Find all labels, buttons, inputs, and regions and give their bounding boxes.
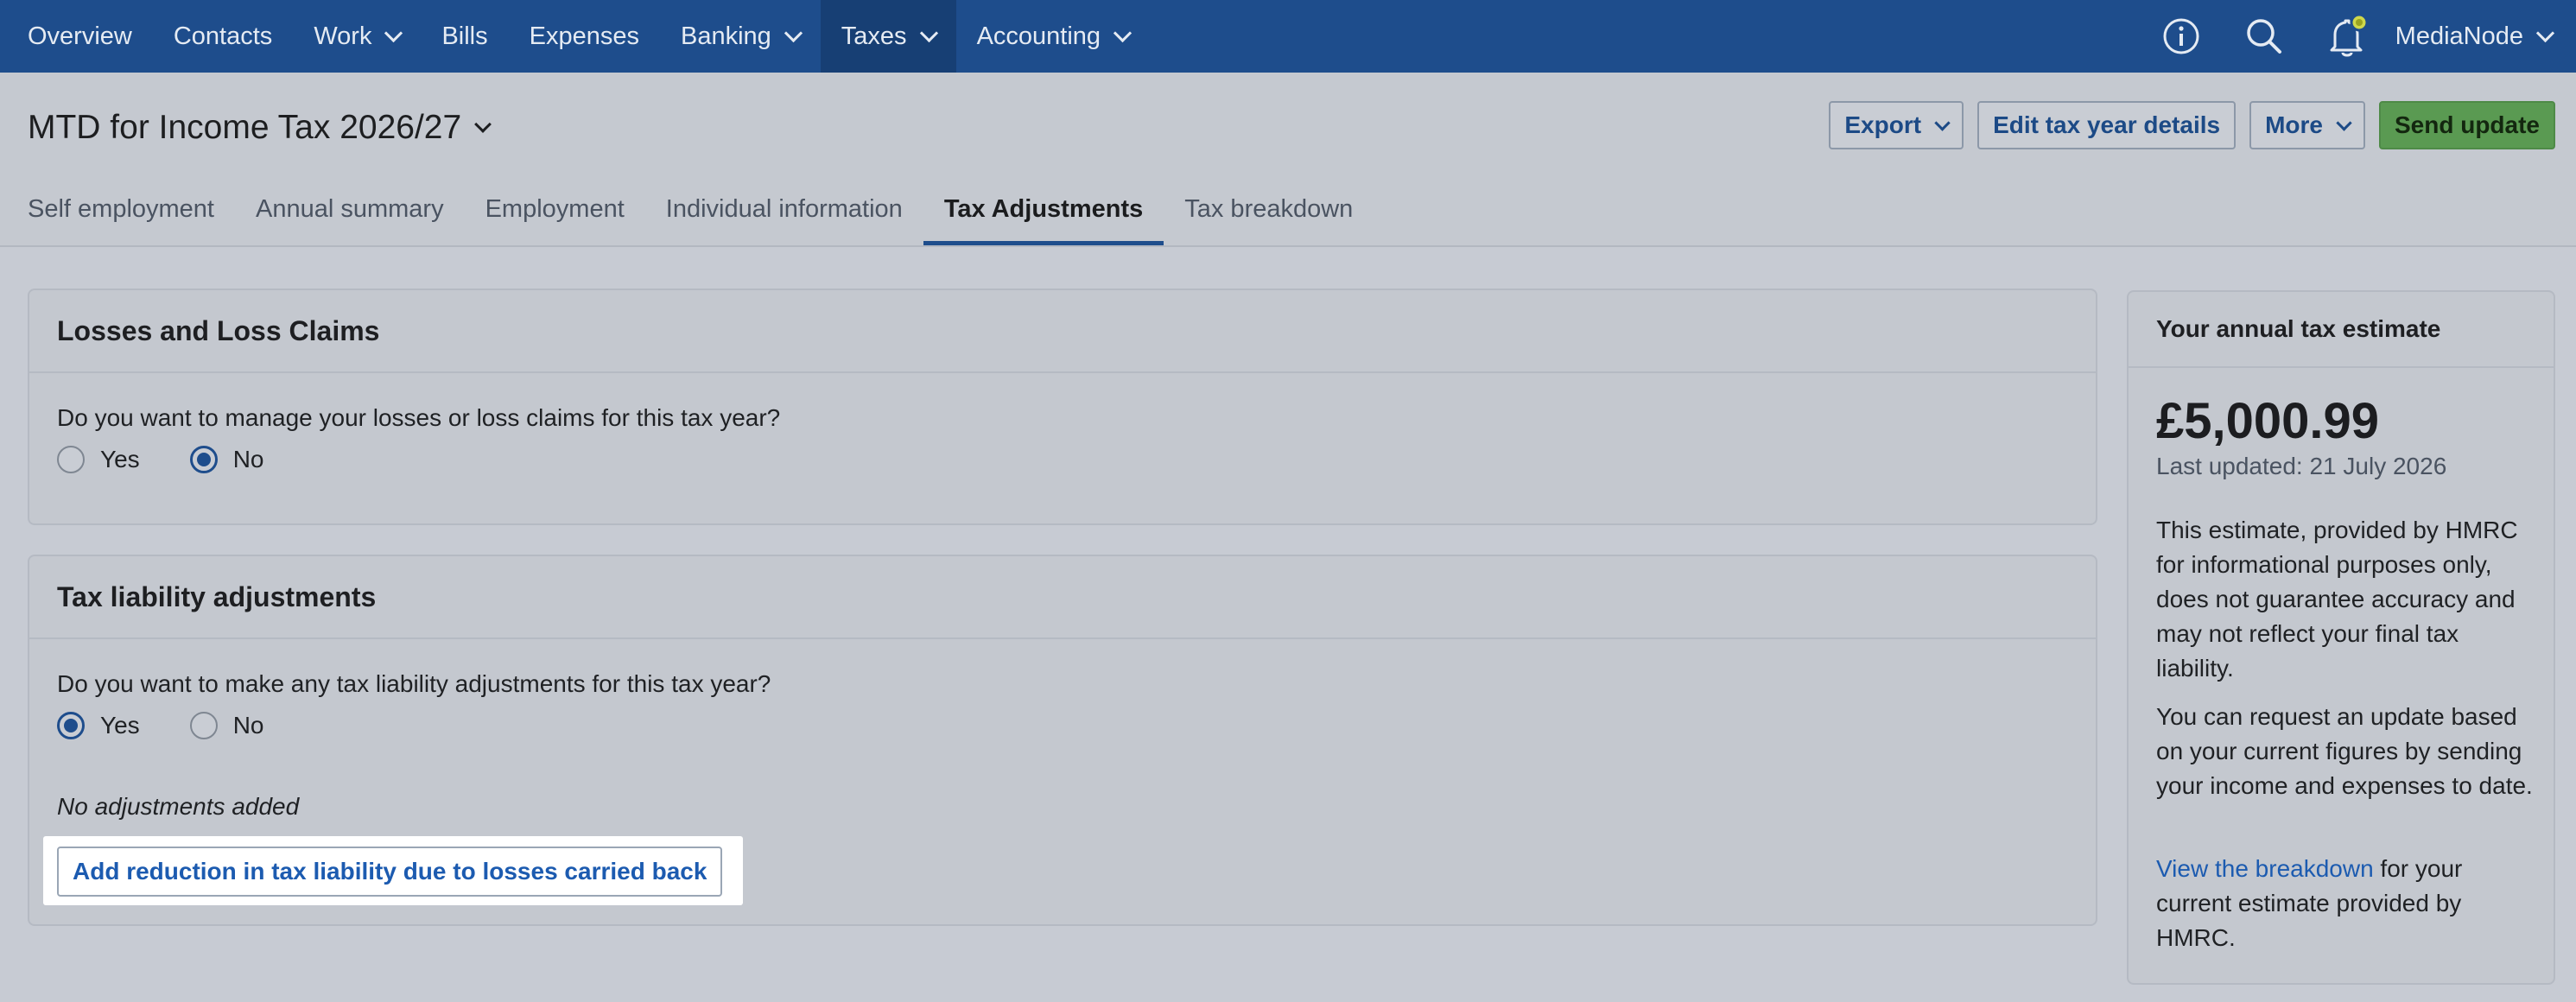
chevron-down-icon [919, 23, 938, 42]
nav-item-overview[interactable]: Overview [28, 0, 153, 73]
more-button[interactable]: More [2249, 101, 2365, 149]
losses-question: Do you want to manage your losses or los… [57, 404, 781, 431]
nav-item-label: Accounting [976, 22, 1101, 50]
more-button-label: More [2265, 111, 2323, 138]
radio-button[interactable] [189, 712, 218, 739]
nav-item-bills[interactable]: Bills [421, 0, 508, 73]
losses-radio-group: Yes No [57, 446, 314, 473]
tab-self-employment[interactable]: Self employment [28, 173, 235, 245]
page-header: MTD for Income Tax 2026/27 Export Edit t… [0, 73, 2576, 247]
nav-item-label: Bills [441, 22, 488, 50]
send-update-button-label: Send update [2394, 111, 2540, 138]
nav-item-accounting[interactable]: Accounting [956, 0, 1151, 73]
nav-utilities: MediaNode [2122, 0, 2555, 73]
add-loss-carryback-button-label: Add reduction in tax liability due to lo… [73, 858, 707, 885]
nav-item-label: Taxes [841, 22, 907, 50]
losses-card: Losses and Loss Claims Do you want to ma… [28, 289, 2097, 525]
liability-radio-group: Yes No [57, 712, 314, 739]
tax-liability-card-title: Tax liability adjustments [29, 556, 2096, 639]
losses-card-title: Losses and Loss Claims [29, 290, 2096, 373]
chevron-down-icon [1934, 114, 1951, 131]
main-menu: Overview Contacts Work Bills Expenses Ba… [0, 0, 1150, 73]
liability-yes-option[interactable]: Yes [57, 712, 140, 739]
chevron-down-icon [384, 23, 403, 42]
losses-yes-option[interactable]: Yes [57, 446, 140, 473]
top-nav: Overview Contacts Work Bills Expenses Ba… [0, 0, 2576, 73]
chevron-down-icon [1113, 23, 1133, 42]
nav-item-taxes[interactable]: Taxes [820, 0, 956, 73]
info-icon [2163, 18, 2199, 54]
organisation-switcher[interactable]: MediaNode [2395, 22, 2555, 51]
estimate-disclaimer: This estimate, provided by HMRC for info… [2156, 517, 2518, 682]
tab-bar: Self employment Annual summary Employmen… [28, 173, 1374, 245]
radio-button[interactable] [57, 712, 85, 739]
edit-tax-year-button[interactable]: Edit tax year details [1977, 101, 2237, 149]
estimate-breakdown-text: View the breakdown for your current esti… [2156, 852, 2536, 955]
tab-label: Self employment [28, 194, 214, 223]
edit-tax-year-button-label: Edit tax year details [1993, 111, 2221, 138]
send-update-button[interactable]: Send update [2378, 101, 2555, 149]
tab-label: Tax breakdown [1184, 194, 1354, 223]
nav-item-label: Expenses [529, 22, 639, 50]
tab-tax-adjustments[interactable]: Tax Adjustments [923, 173, 1164, 245]
nav-item-label: Overview [28, 22, 132, 50]
tab-label: Tax Adjustments [943, 194, 1144, 223]
radio-label: Yes [100, 712, 140, 739]
radio-button[interactable] [189, 446, 218, 473]
view-breakdown-link[interactable]: View the breakdown [2156, 855, 2374, 882]
nav-item-label: Banking [680, 22, 771, 50]
losses-no-option[interactable]: No [189, 446, 264, 473]
no-adjustments-text: No adjustments added [57, 793, 300, 820]
tab-annual-summary[interactable]: Annual summary [235, 173, 465, 245]
search-icon [2246, 19, 2281, 54]
nav-item-work[interactable]: Work [293, 0, 421, 73]
nav-item-banking[interactable]: Banking [660, 0, 821, 73]
radio-label: No [232, 446, 264, 472]
search-button[interactable] [2240, 12, 2288, 60]
estimate-update-info: You can request an update based on your … [2156, 703, 2533, 799]
tax-year-selector[interactable]: MTD for Income Tax 2026/27 [28, 109, 492, 147]
tab-individual-information[interactable]: Individual information [645, 173, 923, 245]
tax-estimate-title: Your annual tax estimate [2129, 292, 2554, 368]
chevron-down-icon [2535, 23, 2555, 42]
export-button-label: Export [1844, 111, 1922, 138]
nav-item-label: Work [314, 22, 372, 50]
tax-estimate-panel: Your annual tax estimate £5,000.99 Last … [2127, 290, 2555, 985]
tax-estimate-amount: £5,000.99 [2156, 393, 2380, 449]
tab-label: Employment [485, 194, 625, 223]
tab-label: Annual summary [256, 194, 444, 223]
last-updated-text: Last updated: 21 July 2026 [2156, 453, 2447, 479]
tab-tax-breakdown[interactable]: Tax breakdown [1164, 173, 1374, 245]
nav-item-expenses[interactable]: Expenses [509, 0, 660, 73]
tab-label: Individual information [665, 194, 903, 223]
header-actions: Export Edit tax year details More Send u… [1829, 101, 2555, 149]
chevron-down-icon [2336, 114, 2352, 131]
chevron-down-icon [474, 116, 492, 133]
liability-no-option[interactable]: No [189, 712, 264, 739]
tab-employment[interactable]: Employment [465, 173, 645, 245]
org-name: MediaNode [2395, 22, 2523, 50]
nav-item-label: Contacts [173, 22, 273, 50]
page-title: MTD for Income Tax 2026/27 [28, 109, 462, 146]
bell-icon [2330, 13, 2369, 57]
chevron-down-icon [784, 23, 803, 42]
radio-button[interactable] [57, 446, 85, 473]
info-button[interactable] [2157, 12, 2205, 60]
radio-label: Yes [100, 446, 140, 472]
export-button[interactable]: Export [1829, 101, 1964, 149]
notifications-button[interactable] [2323, 12, 2371, 60]
nav-item-contacts[interactable]: Contacts [153, 0, 293, 73]
add-loss-carryback-button[interactable]: Add reduction in tax liability due to lo… [57, 847, 723, 897]
liability-question: Do you want to make any tax liability ad… [57, 670, 771, 697]
radio-label: No [232, 712, 264, 739]
